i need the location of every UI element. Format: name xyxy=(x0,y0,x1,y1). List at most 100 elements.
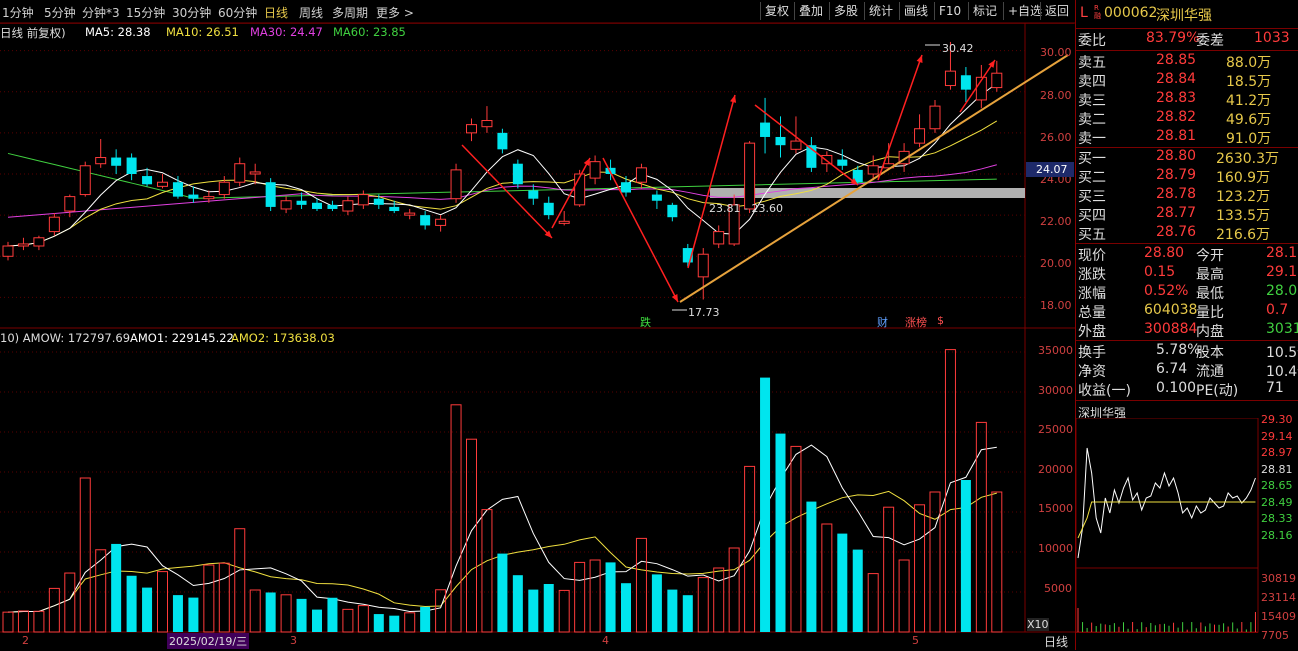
volume-bar xyxy=(312,609,322,632)
candle xyxy=(373,198,384,205)
volume-bar xyxy=(697,577,709,633)
die-marker[interactable]: 跌 xyxy=(640,314,651,330)
volume-bar xyxy=(744,465,756,633)
volume-bar xyxy=(373,614,384,632)
volume-bar xyxy=(79,477,91,633)
volume-bar xyxy=(543,584,554,632)
daily-tab[interactable]: 日线 xyxy=(1044,633,1068,650)
candle xyxy=(497,132,508,150)
volume-bar xyxy=(33,610,45,633)
volume-bar xyxy=(296,598,307,632)
fin-row[interactable]: 净资6.74流通10.4亿 xyxy=(1076,361,1298,380)
volume-bar xyxy=(975,421,987,633)
volume-bar xyxy=(621,583,631,632)
volume-bar xyxy=(806,501,817,632)
volume-bar xyxy=(821,523,833,633)
candle xyxy=(466,124,477,134)
candle xyxy=(713,231,725,245)
stat-row[interactable]: 现价 28.80 今开 28.1 xyxy=(1076,245,1298,264)
trend-line xyxy=(679,54,1069,303)
volume-bar xyxy=(203,564,215,633)
zone-label: 23.81 - 23.60 xyxy=(709,202,783,215)
cai-marker[interactable]: 财 xyxy=(877,314,888,330)
dollar-marker[interactable]: $ xyxy=(937,314,944,327)
bid-row[interactable]: 买二 28.79 160.9万 xyxy=(1076,167,1298,186)
volume-bar xyxy=(404,612,416,633)
candle xyxy=(760,122,771,137)
candle xyxy=(667,204,678,218)
volume-bar xyxy=(929,491,941,633)
candle xyxy=(188,194,199,199)
ask-row[interactable]: 卖一 28.81 91.0万 xyxy=(1076,128,1298,147)
volume-bar xyxy=(558,589,570,633)
candle xyxy=(17,243,29,247)
candle xyxy=(929,105,941,130)
stat-row[interactable]: 总量 604038 量比 0.7 xyxy=(1076,302,1298,321)
volume-bar xyxy=(728,547,740,633)
trend-arrow xyxy=(687,94,736,269)
y-tick: 30.00 xyxy=(1040,46,1072,59)
zhangting-marker[interactable]: 涨榜 xyxy=(905,314,927,330)
candle xyxy=(342,200,354,212)
stat-row[interactable]: 涨幅 0.52% 最低 28.0 xyxy=(1076,283,1298,302)
volume-bar xyxy=(867,573,879,633)
ma5-line xyxy=(7,83,998,247)
y-tick: 28.00 xyxy=(1040,89,1072,102)
candle xyxy=(265,182,276,207)
ask-row[interactable]: 卖五 28.85 88.0万 xyxy=(1076,52,1298,71)
candle xyxy=(512,163,523,185)
fin-row[interactable]: 收益(一) 0.100 PE(动) 71 xyxy=(1076,380,1298,399)
vol-tick: 15000 xyxy=(1038,502,1073,515)
candle xyxy=(296,200,307,205)
vol-tick: 20000 xyxy=(1038,463,1073,476)
vol-tick: 30000 xyxy=(1038,384,1073,397)
candle xyxy=(790,140,802,150)
volume-bar xyxy=(48,587,60,633)
candle xyxy=(48,216,60,233)
trend-arrow xyxy=(754,104,859,186)
candle xyxy=(404,212,416,216)
volume-bar xyxy=(157,571,168,633)
volume-bar xyxy=(357,605,369,633)
candle xyxy=(312,202,322,209)
candle xyxy=(157,181,168,187)
candle xyxy=(528,190,539,199)
mini-y-tick: 28.97 xyxy=(1261,446,1293,459)
candle xyxy=(589,161,601,179)
candle xyxy=(558,220,570,224)
stock-name: 深圳华强 xyxy=(1156,8,1212,24)
stat-row[interactable]: 外盘300884内盘30315 xyxy=(1076,321,1298,340)
volume-bar xyxy=(760,377,771,632)
bid-row[interactable]: 买三 28.78 123.2万 xyxy=(1076,186,1298,205)
volume-bar xyxy=(898,559,910,633)
ask-row[interactable]: 卖四 28.84 18.5万 xyxy=(1076,71,1298,90)
bid-row[interactable]: 买五 28.76 216.6万 xyxy=(1076,224,1298,243)
ask-row[interactable]: 卖三 28.83 41.2万 xyxy=(1076,90,1298,109)
high-price-label: 30.42 xyxy=(942,42,974,55)
fin-row[interactable]: 换手5.78%股本10.5亿 xyxy=(1076,342,1298,361)
bid-row[interactable]: 买一 28.80 2630.3万 xyxy=(1076,148,1298,167)
volume-bar xyxy=(914,504,926,633)
candle xyxy=(867,165,879,175)
y-tick: 18.00 xyxy=(1040,299,1072,312)
candle xyxy=(775,136,786,146)
candle xyxy=(621,182,631,193)
mini-y-tick: 28.33 xyxy=(1261,512,1293,525)
volume-bar xyxy=(713,567,725,633)
stat-row[interactable]: 涨跌 0.15 最高 29.1 xyxy=(1076,264,1298,283)
volume-bar xyxy=(944,349,956,633)
candle xyxy=(914,128,926,144)
vol-tick: 25000 xyxy=(1038,423,1073,436)
candle xyxy=(960,75,971,90)
candle xyxy=(172,182,183,197)
quote-panel: L R融 000062 深圳华强 委比 83.79% 委差 1033 卖五 28.… xyxy=(1044,0,1298,650)
candle xyxy=(481,120,493,128)
ask-row[interactable]: 卖二 28.82 49.6万 xyxy=(1076,109,1298,128)
candle xyxy=(218,181,230,196)
volume-bar xyxy=(188,597,199,632)
y-tick: 22.00 xyxy=(1040,215,1072,228)
candle xyxy=(64,196,76,212)
candle xyxy=(111,157,122,166)
bid-row[interactable]: 买四 28.77 133.5万 xyxy=(1076,205,1298,224)
volume-bar xyxy=(528,589,539,632)
